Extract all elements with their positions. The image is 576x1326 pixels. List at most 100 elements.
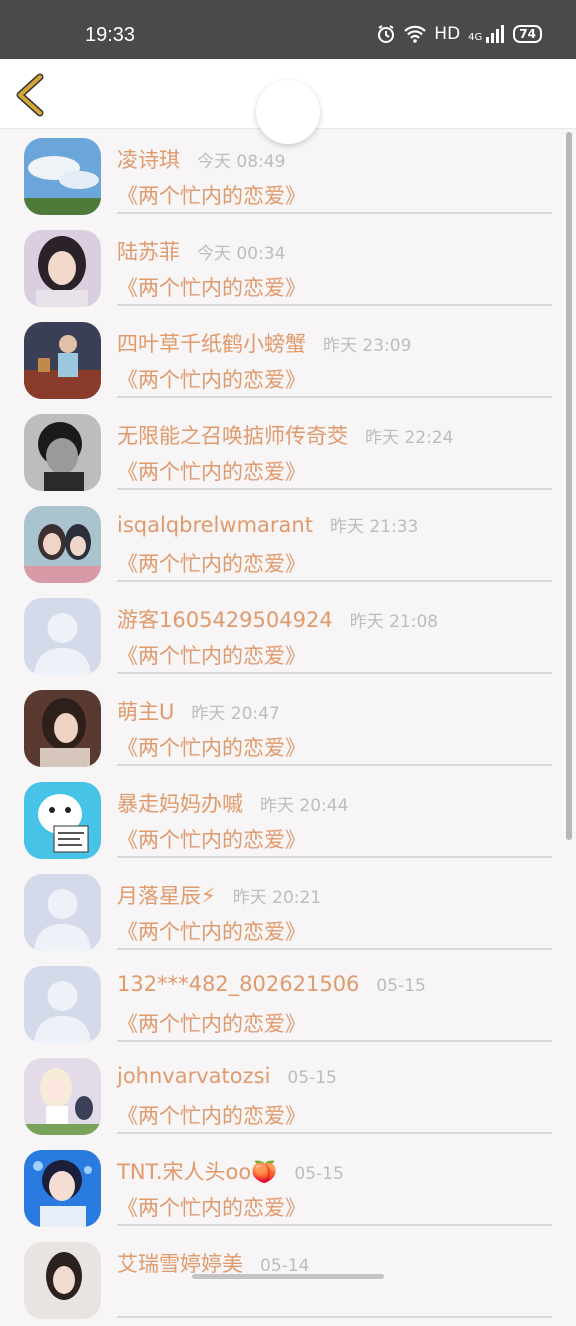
book-title[interactable]: 《两个忙内的恋爱》 (117, 640, 306, 670)
divider (117, 1040, 552, 1042)
name-line: 游客1605429504924 昨天 21:08 (117, 604, 438, 634)
name-line: johnvarvatozsi 05-15 (117, 1064, 337, 1088)
user-name[interactable]: 月落星辰⚡ (117, 880, 216, 910)
divider (117, 1316, 552, 1318)
user-name[interactable]: 游客1605429504924 (117, 604, 333, 634)
battery-icon: 74 (513, 25, 542, 43)
cell-label: 4G (468, 32, 483, 43)
divider (117, 304, 552, 306)
user-name[interactable]: 陆苏菲 (117, 236, 180, 266)
list-item[interactable]: 凌诗琪 今天 08:49 《两个忙内的恋爱》 (0, 130, 576, 222)
name-line: 132***482_802621506 05-15 (117, 972, 426, 996)
list-item[interactable]: TNT.宋人头oo🍑 05-15 《两个忙内的恋爱》 (0, 1142, 576, 1234)
reader-list: 凌诗琪 今天 08:49 《两个忙内的恋爱》 陆苏菲 今天 00:34 《两个忙内的恋爱》… (0, 130, 576, 1326)
status-time: 19:33 (85, 24, 136, 46)
list-item[interactable]: 四叶草千纸鹤小螃蟹 昨天 23:09 《两个忙内的恋爱》 (0, 314, 576, 406)
book-title[interactable]: 《两个忙内的恋爱》 (117, 916, 306, 946)
name-line: isqalqbrelwmarant 昨天 21:33 (117, 512, 418, 537)
avatar[interactable] (24, 414, 101, 491)
book-title[interactable]: 《两个忙内的恋爱》 (117, 456, 306, 486)
book-title[interactable]: 《两个忙内的恋爱》 (117, 1008, 306, 1038)
list-item[interactable]: 132***482_802621506 05-15 《两个忙内的恋爱》 (0, 958, 576, 1050)
read-time: 昨天 20:44 (260, 796, 349, 816)
user-name[interactable]: isqalqbrelwmarant (117, 513, 313, 537)
avatar[interactable] (24, 230, 101, 307)
divider (117, 1132, 552, 1134)
list-item[interactable]: 暴走妈妈办嘁 昨天 20:44 《两个忙内的恋爱》 (0, 774, 576, 866)
name-line: TNT.宋人头oo🍑 05-15 (117, 1156, 344, 1186)
book-title[interactable]: 《两个忙内的恋爱》 (117, 272, 306, 302)
list-item[interactable]: isqalqbrelwmarant 昨天 21:33 《两个忙内的恋爱》 (0, 498, 576, 590)
scrollbar[interactable] (566, 132, 572, 840)
avatar[interactable] (24, 506, 101, 583)
name-line: 陆苏菲 今天 00:34 (117, 236, 285, 266)
book-title[interactable]: 《两个忙内的恋爱》 (117, 824, 306, 854)
avatar[interactable] (24, 782, 101, 859)
divider (117, 1224, 552, 1226)
wifi-icon (404, 25, 427, 43)
divider (117, 672, 552, 674)
name-line: 月落星辰⚡ 昨天 20:21 (117, 880, 321, 910)
book-title[interactable]: 《两个忙内的恋爱》 (117, 180, 306, 210)
signal-icon: 4G (468, 25, 505, 43)
user-name[interactable]: 暴走妈妈办嘁 (117, 788, 243, 818)
alarm-icon (376, 24, 396, 44)
user-name[interactable]: 无限能之召唤掂师传奇茭 (117, 420, 348, 450)
user-name[interactable]: 萌主U (117, 696, 174, 726)
book-title[interactable]: 《两个忙内的恋爱》 (117, 364, 306, 394)
avatar[interactable] (24, 690, 101, 767)
avatar[interactable] (24, 322, 101, 399)
divider (117, 488, 552, 490)
divider (117, 580, 552, 582)
list-item[interactable]: 萌主U 昨天 20:47 《两个忙内的恋爱》 (0, 682, 576, 774)
read-time: 05-14 (260, 1256, 310, 1276)
read-time: 昨天 21:33 (329, 517, 419, 537)
name-line: 四叶草千纸鹤小螃蟹 昨天 23:09 (117, 328, 411, 358)
book-title[interactable]: 《两个忙内的恋爱》 (117, 1192, 306, 1222)
list-item[interactable]: 艾瑞雪婷婷美 05-14 (0, 1234, 576, 1326)
read-time: 昨天 21:08 (349, 612, 439, 632)
home-indicator[interactable] (192, 1274, 384, 1279)
read-time: 昨天 20:47 (191, 704, 280, 724)
book-title[interactable]: 《两个忙内的恋爱》 (117, 548, 306, 578)
user-name[interactable]: johnvarvatozsi (117, 1064, 270, 1088)
user-name[interactable]: 凌诗琪 (117, 144, 180, 174)
name-line: 凌诗琪 今天 08:49 (117, 144, 285, 174)
network-label: HD (434, 24, 461, 44)
read-time: 昨天 22:24 (365, 428, 454, 448)
avatar[interactable] (24, 138, 101, 215)
avatar[interactable] (24, 598, 101, 675)
divider (117, 212, 552, 214)
list-item[interactable]: 无限能之召唤掂师传奇茭 昨天 22:24 《两个忙内的恋爱》 (0, 406, 576, 498)
divider (117, 764, 552, 766)
status-bar: 19:33 HD 4G 74 (0, 0, 576, 59)
avatar[interactable] (24, 1150, 101, 1227)
user-name[interactable]: TNT.宋人头oo🍑 (117, 1156, 277, 1186)
read-time: 05-15 (376, 976, 426, 996)
name-line: 暴走妈妈办嘁 昨天 20:44 (117, 788, 348, 818)
avatar[interactable] (24, 1242, 101, 1319)
read-time: 昨天 20:21 (232, 888, 322, 908)
name-line: 无限能之召唤掂师传奇茭 昨天 22:24 (117, 420, 453, 450)
avatar[interactable] (24, 874, 101, 951)
back-button[interactable] (14, 73, 48, 117)
avatar[interactable] (24, 1058, 101, 1135)
read-time: 昨天 23:09 (323, 336, 412, 356)
chevron-left-icon (16, 73, 44, 117)
divider (117, 396, 552, 398)
book-title[interactable]: 《两个忙内的恋爱》 (117, 1100, 306, 1130)
book-title[interactable]: 《两个忙内的恋爱》 (117, 732, 306, 762)
read-time: 05-15 (287, 1068, 337, 1088)
status-icons: HD 4G 74 (376, 24, 542, 44)
list-item[interactable]: 陆苏菲 今天 00:34 《两个忙内的恋爱》 (0, 222, 576, 314)
divider (117, 948, 552, 950)
user-name[interactable]: 132***482_802621506 (117, 972, 359, 996)
list-item[interactable]: 月落星辰⚡ 昨天 20:21 《两个忙内的恋爱》 (0, 866, 576, 958)
list-item[interactable]: johnvarvatozsi 05-15 《两个忙内的恋爱》 (0, 1050, 576, 1142)
list-item[interactable]: 游客1605429504924 昨天 21:08 《两个忙内的恋爱》 (0, 590, 576, 682)
user-name[interactable]: 四叶草千纸鹤小螃蟹 (117, 328, 306, 358)
name-line: 萌主U 昨天 20:47 (117, 696, 280, 726)
read-time: 今天 08:49 (197, 152, 286, 172)
read-time: 今天 00:34 (197, 244, 286, 264)
avatar[interactable] (24, 966, 101, 1043)
